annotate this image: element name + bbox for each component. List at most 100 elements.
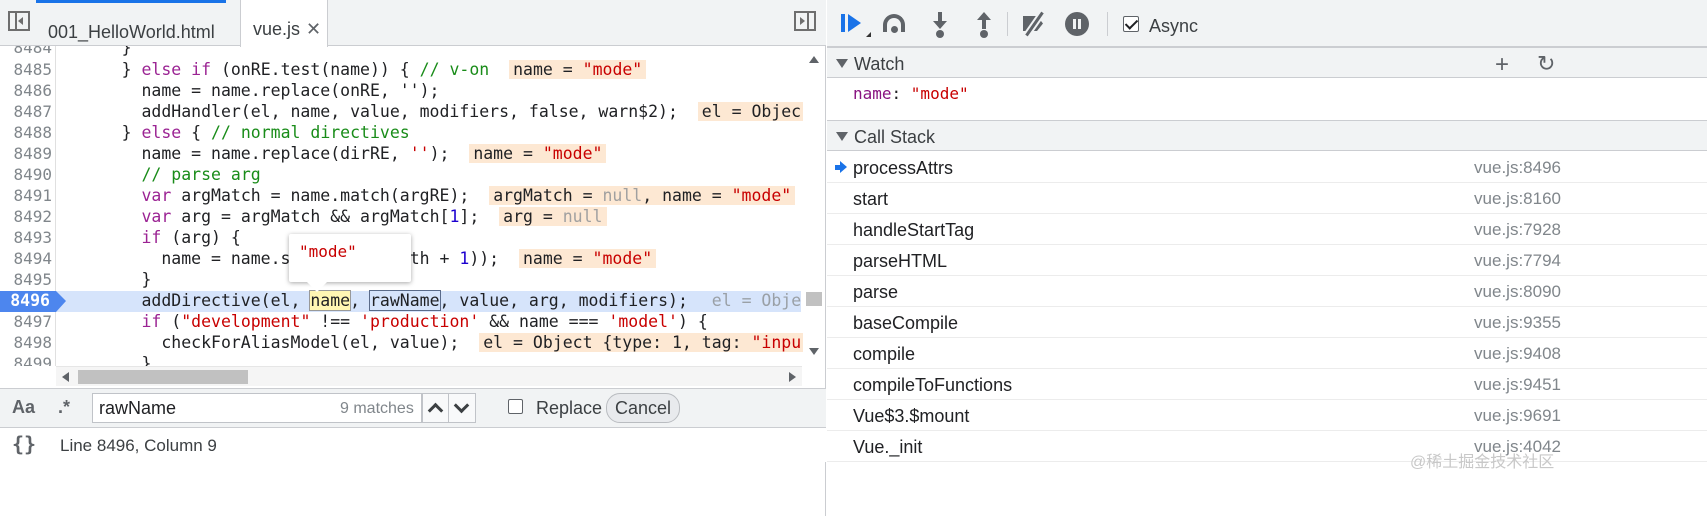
status-bar: {} Line 8496, Column 9: [0, 428, 826, 462]
frame-location[interactable]: vue.js:8160: [1474, 189, 1561, 209]
pretty-print-icon[interactable]: {}: [12, 432, 36, 456]
current-line-breakpoint[interactable]: 8496: [0, 291, 66, 312]
frame-location[interactable]: vue.js:9451: [1474, 375, 1561, 395]
hover-highlight: name: [309, 290, 352, 311]
code-line: } else if (onRE.test(name)) { // v-on na…: [62, 60, 647, 79]
tab-vue-js[interactable]: vue.js ✕: [240, 0, 328, 47]
callstack-list: processAttrs vue.js:8496 start vue.js:816…: [827, 152, 1707, 472]
callstack-frame[interactable]: Vue$3.$mount vue.js:9691: [827, 400, 1707, 431]
frame-location[interactable]: vue.js:7794: [1474, 251, 1561, 271]
dropdown-corner-icon: [861, 32, 871, 37]
callstack-frame[interactable]: baseCompile vue.js:9355: [827, 307, 1707, 338]
step-out-icon: [982, 19, 986, 29]
scroll-right-icon[interactable]: [789, 372, 796, 382]
inline-value: el = Obje: [711, 291, 802, 310]
match-case-button[interactable]: Aa: [12, 397, 35, 418]
horizontal-scrollbar[interactable]: [56, 366, 802, 386]
async-label: Async: [1149, 16, 1199, 36]
frame-location[interactable]: vue.js:8090: [1474, 282, 1561, 302]
line-gutter[interactable]: 8484 8485 8486 8487 8488 8489 8490 8491 …: [0, 46, 66, 366]
line-number[interactable]: 8485: [0, 60, 52, 79]
vertical-scrollbar[interactable]: [803, 46, 825, 366]
refresh-icon[interactable]: ↻: [1537, 51, 1555, 77]
tab-label: vue.js: [253, 19, 301, 39]
frame-location[interactable]: vue.js:9691: [1474, 406, 1561, 426]
line-number[interactable]: 8489: [0, 144, 52, 163]
callstack-section-header[interactable]: Call Stack: [827, 120, 1707, 151]
line-number[interactable]: 8499: [0, 354, 52, 366]
line-number[interactable]: 8493: [0, 228, 52, 247]
line-number[interactable]: 8487: [0, 102, 52, 121]
frame-name: Vue._init: [853, 437, 923, 457]
line-number[interactable]: 8497: [0, 312, 52, 331]
watch-section-header[interactable]: Watch + ↻: [827, 47, 1707, 78]
replace-checkbox[interactable]: [508, 399, 523, 414]
sidebar-toggle-icon: [8, 11, 30, 31]
callstack-frame[interactable]: compileToFunctions vue.js:9451: [827, 369, 1707, 400]
callstack-frame[interactable]: start vue.js:8160: [827, 183, 1707, 214]
line-number[interactable]: 8491: [0, 186, 52, 205]
callstack-frame[interactable]: compile vue.js:9408: [827, 338, 1707, 369]
next-match-button[interactable]: [449, 393, 476, 423]
toggle-debugger-button[interactable]: [794, 11, 818, 35]
regex-button[interactable]: .*: [58, 397, 70, 418]
line-number[interactable]: 8492: [0, 207, 52, 226]
toggle-navigator-button[interactable]: [8, 11, 32, 35]
frame-name: baseCompile: [853, 313, 959, 333]
file-tabbar: 001_HelloWorld.html vue.js ✕: [0, 0, 826, 47]
code-editor[interactable]: 8484 8485 8486 8487 8488 8489 8490 8491 …: [0, 46, 826, 366]
pause-on-exceptions-button[interactable]: [1065, 12, 1091, 36]
callstack-frame[interactable]: processAttrs vue.js:8496: [827, 152, 1707, 183]
frame-location[interactable]: vue.js:7928: [1474, 220, 1561, 240]
collapse-triangle-icon: [836, 59, 848, 68]
line-number[interactable]: 8490: [0, 165, 52, 184]
pause-bar-icon: [1073, 19, 1076, 29]
callstack-frame[interactable]: parseHTML vue.js:7794: [827, 245, 1707, 276]
debugger-pane: Async Watch + ↻ name: "mode" Call Stack …: [827, 0, 1707, 516]
scroll-down-icon[interactable]: [809, 348, 819, 355]
watch-expression[interactable]: name: "mode": [853, 84, 969, 103]
scroll-up-icon[interactable]: [809, 56, 819, 63]
resume-button[interactable]: [839, 12, 871, 37]
add-watch-button[interactable]: +: [1495, 51, 1509, 79]
step-over-button[interactable]: [881, 12, 907, 36]
cancel-button[interactable]: Cancel: [606, 393, 680, 423]
line-number[interactable]: 8488: [0, 123, 52, 142]
frame-name: compile: [853, 344, 916, 364]
deactivate-breakpoints-button[interactable]: [1021, 11, 1047, 37]
callstack-frame[interactable]: Vue._init vue.js:4042: [827, 431, 1707, 462]
scroll-thumb[interactable]: [78, 370, 248, 384]
code-line: checkForAliasModel(el, value); el = Obje…: [62, 333, 806, 352]
frame-name: start: [853, 189, 889, 209]
tab-html-file[interactable]: 001_HelloWorld.html: [36, 0, 226, 46]
frame-name: parse: [853, 282, 899, 302]
code-line-current: addDirective(el, name, rawName, value, a…: [62, 290, 805, 311]
step-into-button[interactable]: [927, 12, 953, 38]
line-number[interactable]: 8494: [0, 249, 52, 268]
step-over-dot-icon: [891, 26, 898, 33]
line-number[interactable]: 8498: [0, 333, 52, 352]
pause-icon: [1065, 12, 1089, 36]
watermark: @稀土掘金技术社区: [1410, 454, 1555, 471]
scroll-thumb[interactable]: [806, 292, 822, 306]
arrow-down-icon: [933, 21, 947, 29]
previous-match-button[interactable]: [422, 393, 449, 423]
scroll-left-icon[interactable]: [62, 372, 69, 382]
frame-name: Vue$3.$mount: [853, 406, 970, 426]
frame-location[interactable]: vue.js:9408: [1474, 344, 1561, 364]
frame-location[interactable]: vue.js:8496: [1474, 158, 1561, 178]
line-number[interactable]: 8495: [0, 270, 52, 289]
frame-location[interactable]: vue.js:9355: [1474, 313, 1561, 333]
line-number[interactable]: 8484: [0, 46, 52, 57]
callstack-frame[interactable]: parse vue.js:8090: [827, 276, 1707, 307]
code-line: addHandler(el, name, value, modifiers, f…: [62, 102, 806, 121]
line-number[interactable]: 8486: [0, 81, 52, 100]
frame-name: parseHTML: [853, 251, 948, 271]
inline-value: name = "mode": [509, 60, 647, 79]
inline-value: arg = null: [499, 207, 607, 226]
editor-pane: 001_HelloWorld.html vue.js ✕ 8484 8485 84…: [0, 0, 826, 516]
step-out-button[interactable]: [971, 12, 997, 38]
close-icon[interactable]: ✕: [306, 19, 321, 39]
async-checkbox[interactable]: [1123, 16, 1139, 32]
callstack-frame[interactable]: handleStartTag vue.js:7928: [827, 214, 1707, 245]
